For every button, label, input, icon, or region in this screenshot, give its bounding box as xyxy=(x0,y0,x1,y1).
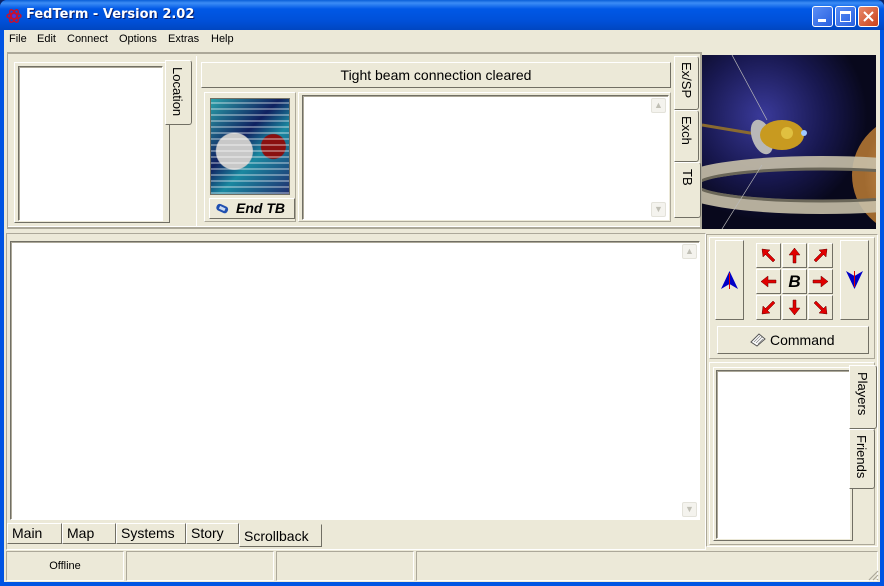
status-bar: Offline xyxy=(4,551,880,582)
up-icon xyxy=(721,271,738,289)
tab-main[interactable]: Main xyxy=(7,523,62,544)
down-button[interactable] xyxy=(840,240,869,320)
players-list[interactable] xyxy=(716,370,850,539)
status-connection: Offline xyxy=(6,551,124,581)
tab-location[interactable]: Location xyxy=(165,60,192,125)
phone-icon xyxy=(216,203,229,214)
status-panel-2 xyxy=(126,551,274,581)
tab-story[interactable]: Story xyxy=(186,523,239,544)
keyboard-icon xyxy=(750,333,766,347)
minimize-button[interactable] xyxy=(812,6,833,27)
menu-options[interactable]: Options xyxy=(119,33,157,45)
tab-tb[interactable]: TB xyxy=(674,162,701,218)
tightbeam-status: Tight beam connection cleared xyxy=(201,62,671,88)
maximize-button[interactable] xyxy=(835,6,856,27)
maximize-icon xyxy=(840,11,851,22)
arrow-w-icon xyxy=(760,275,777,288)
main-scroll-up-button[interactable]: ▲ xyxy=(682,244,697,259)
nav-e-button[interactable] xyxy=(808,269,833,294)
location-panel: Location xyxy=(10,56,195,226)
status-panel-4 xyxy=(416,551,878,581)
menu-extras[interactable]: Extras xyxy=(168,33,199,45)
tightbeam-messages[interactable]: ▲ ▼ xyxy=(302,95,669,220)
nav-se-button[interactable] xyxy=(808,295,833,320)
arrow-ne-icon xyxy=(813,248,828,263)
nav-nw-button[interactable] xyxy=(756,243,781,268)
window-title: FedTerm - Version 2.02 xyxy=(26,7,195,22)
main-scroll-down-button[interactable]: ▼ xyxy=(682,502,697,517)
spacecraft-saturn-image xyxy=(702,55,876,229)
board-button[interactable]: B xyxy=(782,269,807,294)
tab-systems[interactable]: Systems xyxy=(116,523,186,544)
tab-exch[interactable]: Exch xyxy=(674,110,699,162)
minimize-icon xyxy=(818,19,826,22)
main-output[interactable]: ▲ ▼ xyxy=(10,241,700,520)
client-area: File Edit Connect Options Extras Help Lo… xyxy=(4,30,880,582)
atom-icon xyxy=(6,9,22,23)
location-content[interactable] xyxy=(18,66,163,221)
nav-sw-button[interactable] xyxy=(756,295,781,320)
arrow-n-icon xyxy=(788,247,801,264)
nav-ne-button[interactable] xyxy=(808,243,833,268)
navigation-panel: B Command xyxy=(709,237,875,359)
title-bar[interactable]: FedTerm - Version 2.02 xyxy=(0,0,884,30)
command-button[interactable]: Command xyxy=(717,326,869,354)
nav-s-button[interactable] xyxy=(782,295,807,320)
menu-file[interactable]: File xyxy=(9,33,27,45)
up-button[interactable] xyxy=(715,240,744,320)
down-icon xyxy=(846,271,863,289)
arrow-s-icon xyxy=(788,299,801,316)
resize-grip-icon[interactable] xyxy=(867,569,879,581)
close-button[interactable] xyxy=(858,6,879,27)
arrow-sw-icon xyxy=(761,300,776,315)
scroll-down-button[interactable]: ▼ xyxy=(651,202,666,217)
tab-map[interactable]: Map xyxy=(62,523,116,544)
end-tb-button[interactable]: End TB xyxy=(209,198,295,219)
arrow-se-icon xyxy=(813,300,828,315)
menu-connect[interactable]: Connect xyxy=(67,33,108,45)
static-noise-image xyxy=(210,98,290,195)
arrow-e-icon xyxy=(812,275,829,288)
app-window: FedTerm - Version 2.02 File Edit Connect… xyxy=(0,0,884,586)
players-panel: Players Friends xyxy=(709,362,877,545)
close-icon xyxy=(863,11,874,22)
tab-exsp[interactable]: Ex/SP xyxy=(674,56,699,110)
menu-bar: File Edit Connect Options Extras Help xyxy=(4,30,880,49)
menu-edit[interactable]: Edit xyxy=(37,33,56,45)
tab-players[interactable]: Players xyxy=(849,365,877,429)
tightbeam-panel: Tight beam connection cleared End TB ▲ ▼ xyxy=(196,56,676,226)
menu-help[interactable]: Help xyxy=(211,33,234,45)
tab-friends[interactable]: Friends xyxy=(849,429,875,489)
nav-n-button[interactable] xyxy=(782,243,807,268)
tab-scrollback[interactable]: Scrollback xyxy=(239,524,322,547)
arrow-nw-icon xyxy=(761,248,776,263)
status-panel-3 xyxy=(276,551,414,581)
scroll-up-button[interactable]: ▲ xyxy=(651,98,666,113)
nav-w-button[interactable] xyxy=(756,269,781,294)
